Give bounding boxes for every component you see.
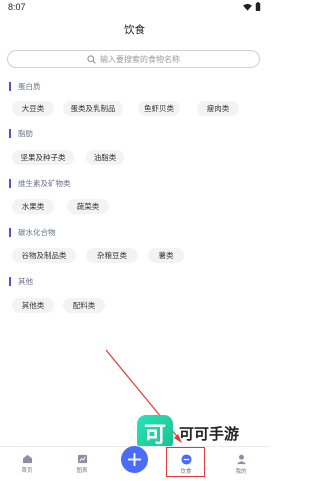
- annotation-arrow: [105, 349, 182, 443]
- tab-home[interactable]: 首页: [12, 454, 42, 474]
- plus-icon: [128, 453, 141, 466]
- tab-chart-label: 图表: [76, 468, 88, 474]
- add-button[interactable]: [121, 446, 148, 473]
- profile-icon: [236, 454, 246, 465]
- home-icon: [22, 454, 32, 464]
- tab-home-label: 首页: [21, 468, 33, 474]
- chart-icon: [77, 454, 87, 464]
- watermark-text: 可可手游: [179, 425, 240, 443]
- tab-chart[interactable]: 图表: [67, 454, 97, 474]
- tab-profile[interactable]: 我的: [226, 454, 256, 475]
- tab-profile-label: 我的: [235, 469, 247, 475]
- annotation-highlight-box: [166, 447, 205, 477]
